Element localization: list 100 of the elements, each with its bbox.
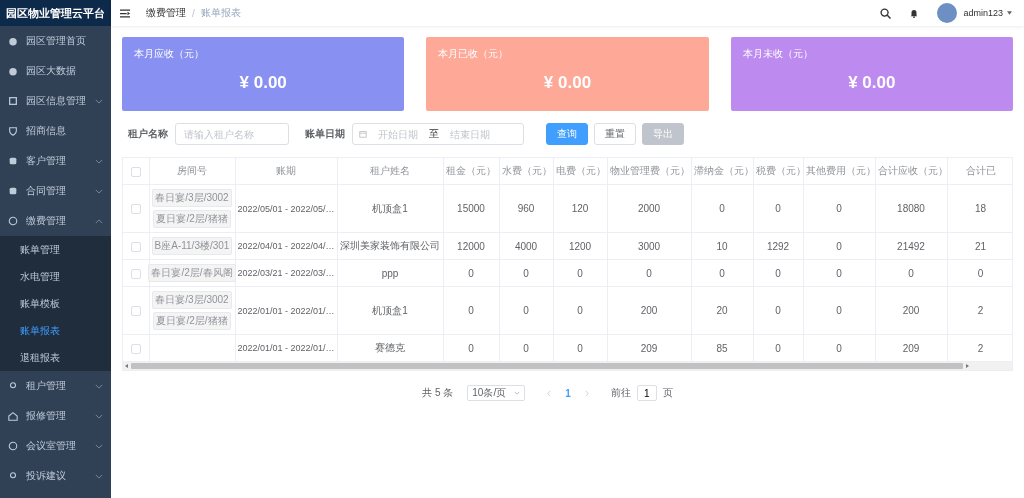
- table-cell: 0: [753, 184, 803, 233]
- table-cell: 85: [691, 334, 753, 362]
- table-cell: 0: [803, 184, 875, 233]
- search-icon[interactable]: [880, 7, 892, 19]
- table-cell: 209: [607, 334, 691, 362]
- table-cell: 200: [607, 286, 691, 335]
- table-cell: 0: [691, 259, 753, 287]
- table-cell: 0: [803, 259, 875, 287]
- room-tag: B座A-11/3楼/301: [151, 237, 233, 255]
- submenu-item[interactable]: 水电管理: [0, 263, 111, 290]
- table-cell: ppp: [337, 259, 443, 287]
- table-cell: 21: [947, 232, 1012, 260]
- menu-icon: [8, 411, 18, 421]
- scroll-right-icon[interactable]: [965, 364, 969, 368]
- row-checkbox[interactable]: [130, 268, 141, 279]
- column-header: 房间号: [149, 158, 235, 185]
- table-cell: 20: [691, 286, 753, 335]
- action-button[interactable]: 重置: [594, 123, 636, 145]
- menu-icon: [8, 156, 18, 166]
- room-tag: 夏日宴/2层/猪猪: [153, 210, 231, 228]
- table-cell: 0: [875, 259, 947, 287]
- table-cell: 2: [947, 286, 1012, 335]
- user-name[interactable]: admin123: [963, 8, 1003, 18]
- page-size-select[interactable]: 10条/页: [467, 385, 526, 401]
- chevron-icon: [95, 473, 103, 479]
- sidebar-item[interactable]: 缴费管理: [0, 206, 111, 236]
- column-header: 租金（元）: [443, 158, 499, 185]
- column-header: 物业管理费（元）: [607, 158, 691, 185]
- field-label: 租户名称: [128, 127, 168, 141]
- sidebar-item[interactable]: 园区大数据: [0, 56, 111, 86]
- table-cell: 960: [499, 184, 553, 233]
- table-cell: 0: [553, 259, 607, 287]
- sidebar-item[interactable]: 招商信息: [0, 116, 111, 146]
- column-header: 账期: [235, 158, 337, 185]
- avatar[interactable]: [937, 3, 958, 23]
- table-cell: 0: [803, 334, 875, 362]
- chevron-icon: [95, 443, 103, 449]
- calendar-icon: [359, 130, 367, 138]
- table-cell: 1292: [753, 232, 803, 260]
- column-header: 合计应收（元）: [875, 158, 947, 185]
- table-cell: 12000: [443, 232, 499, 260]
- submenu-item[interactable]: 账单模板: [0, 290, 111, 317]
- caret-icon[interactable]: [1007, 11, 1012, 15]
- table-cell: 21492: [875, 232, 947, 260]
- table-cell: 0: [803, 286, 875, 335]
- chevron-icon: [95, 98, 103, 104]
- row-checkbox[interactable]: [130, 343, 141, 354]
- sidebar-item[interactable]: 投诉建议: [0, 461, 111, 491]
- table-cell: 120: [553, 184, 607, 233]
- table-cell: 0: [553, 286, 607, 335]
- table-cell: 0: [499, 259, 553, 287]
- room-tag: 夏日宴/2层/猪猪: [153, 312, 231, 330]
- table-cell: 2022/03/21 - 2022/03/…: [235, 259, 337, 287]
- table-cell: 0: [443, 334, 499, 362]
- table-cell: 209: [875, 334, 947, 362]
- table-cell: 2022/05/01 - 2022/05/…: [235, 184, 337, 233]
- range-separator: 至: [429, 127, 439, 141]
- card-amount: ¥ 0.00: [543, 73, 592, 93]
- horizontal-scrollbar[interactable]: [123, 362, 1012, 370]
- chevron-icon: [95, 188, 103, 194]
- submenu-item[interactable]: 退租报表: [0, 344, 111, 371]
- scrollbar-thumb[interactable]: [131, 363, 963, 369]
- table-cell: 2: [947, 334, 1012, 362]
- next-page-icon[interactable]: [584, 389, 589, 397]
- column-header: 租户姓名: [337, 158, 443, 185]
- scroll-left-icon[interactable]: [125, 364, 129, 368]
- menu-icon: [8, 186, 18, 196]
- column-header: 合计已: [947, 158, 1012, 185]
- sidebar-item[interactable]: 报修管理: [0, 401, 111, 431]
- table-cell: 2000: [607, 184, 691, 233]
- table-cell: 0: [753, 334, 803, 362]
- sidebar-item[interactable]: 园区信息管理: [0, 86, 111, 116]
- table-cell: 2022/04/01 - 2022/04/…: [235, 232, 337, 260]
- row-checkbox[interactable]: [130, 306, 141, 317]
- goto-page-field[interactable]: 1: [636, 385, 657, 401]
- field-label: 账单日期: [305, 127, 345, 141]
- previous-page-icon[interactable]: [547, 389, 552, 397]
- submenu-item[interactable]: 账单管理: [0, 236, 111, 263]
- submenu-item[interactable]: 账单报表: [0, 317, 111, 344]
- table-cell: 0: [607, 259, 691, 287]
- sidebar-item[interactable]: 合同管理: [0, 176, 111, 206]
- select-all-checkbox[interactable]: [130, 166, 141, 177]
- column-header: 税费（元）: [753, 158, 803, 185]
- table-cell: 18080: [875, 184, 947, 233]
- table-cell: 0: [443, 259, 499, 287]
- sidebar-item[interactable]: 会议室管理: [0, 431, 111, 461]
- breadcrumb-item[interactable]: 缴费管理: [146, 6, 186, 20]
- table-cell: 深圳美家装饰有限公司: [337, 232, 443, 260]
- chevron-icon: [95, 158, 103, 164]
- row-checkbox[interactable]: [130, 204, 141, 215]
- column-header: 电费（元）: [553, 158, 607, 185]
- card-title: 本月已收（元）: [438, 47, 510, 61]
- row-checkbox[interactable]: [130, 241, 141, 252]
- sidebar-item[interactable]: 园区管理首页: [0, 26, 111, 56]
- card-amount: ¥ 0.00: [239, 73, 287, 93]
- menu-icon[interactable]: [120, 8, 130, 18]
- sidebar-item[interactable]: 客户管理: [0, 146, 111, 176]
- sidebar-item[interactable]: 租户管理: [0, 371, 111, 401]
- menu-icon: [8, 66, 18, 76]
- bell-icon[interactable]: [909, 8, 920, 18]
